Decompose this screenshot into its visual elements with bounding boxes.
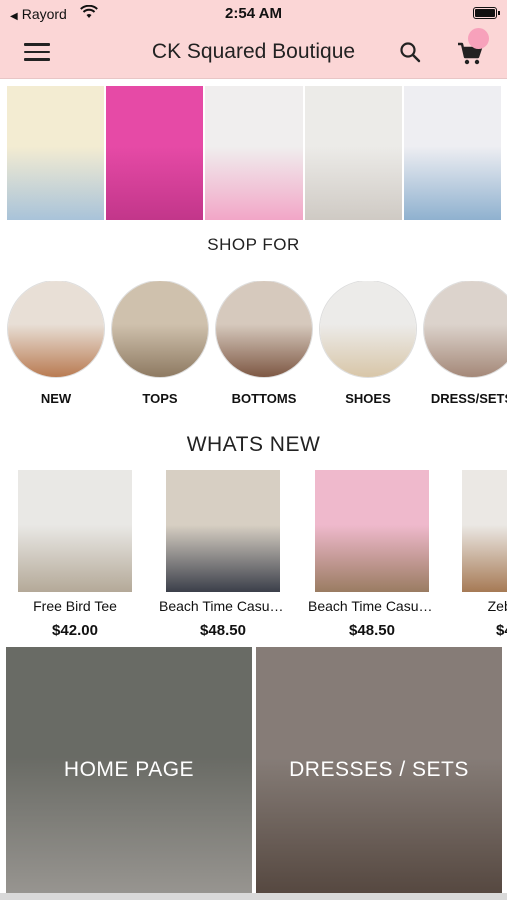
category-image [216,281,312,377]
category-carousel[interactable]: NEW TOPS BOTTOMS SHOES DRESS/SETS [0,281,507,411]
tile-label: DRESSES / SETS [289,758,469,781]
product-card[interactable]: Beach Time Casual Pullover $48.50 [306,470,438,639]
category-label: BOTTOMS [231,391,297,406]
product-image [166,470,280,592]
category-image [424,281,507,377]
dresses-sets-tile[interactable]: DRESSES / SETS [256,647,502,893]
category-dress-sets[interactable]: DRESS/SETS [422,281,507,406]
category-image [8,281,104,377]
page-title: CK Squared Boutique [151,40,356,63]
product-image [315,470,429,592]
hero-image [403,86,502,220]
status-bar: ◀ Rayord 2:54 AM [0,0,507,28]
whats-new-heading: WHATS NEW [186,433,321,456]
product-price: $48.50 [496,622,507,639]
product-price: $42.00 [52,622,98,639]
category-bottoms[interactable]: BOTTOMS [214,281,314,406]
hero-banner[interactable] [7,86,502,220]
hero-image [304,86,402,220]
product-price: $48.50 [200,622,246,639]
product-carousel[interactable]: Free Bird Tee $42.00 Beach Time Casual P… [0,470,507,640]
product-card[interactable]: Zebra Tee $48.50 [453,470,507,639]
product-card[interactable]: Beach Time Casual Pullover $48.50 [157,470,289,639]
category-label: NEW [40,391,72,406]
category-label: DRESS/SETS [430,391,507,406]
shop-for-heading: SHOP FOR [207,235,300,254]
product-name: Zebra Tee [487,598,507,614]
hero-image [7,86,105,220]
battery-icon [473,7,500,19]
product-card[interactable]: Free Bird Tee $42.00 [9,470,141,639]
product-name: Beach Time Casual Pullover [159,598,289,614]
cart-badge [468,28,489,49]
product-image [462,470,507,592]
hero-image [106,86,204,220]
product-price: $48.50 [349,622,395,639]
category-label: SHOES [345,391,391,406]
product-image [18,470,132,592]
tile-label: HOME PAGE [63,758,195,781]
hero-image [205,86,303,220]
next-row-peek [0,893,507,900]
category-shoes[interactable]: SHOES [318,281,418,406]
category-image [112,281,208,377]
product-name: Free Bird Tee [33,598,117,614]
category-new[interactable]: NEW [6,281,106,406]
home-page-tile[interactable]: HOME PAGE [6,647,252,893]
category-image [320,281,416,377]
category-label: TOPS [142,391,178,406]
product-name: Beach Time Casual Pullover [308,598,438,614]
app-header: CK Squared Boutique [0,28,507,79]
search-icon[interactable] [398,40,422,64]
category-tops[interactable]: TOPS [110,281,210,406]
status-time: 2:54 AM [225,5,282,22]
